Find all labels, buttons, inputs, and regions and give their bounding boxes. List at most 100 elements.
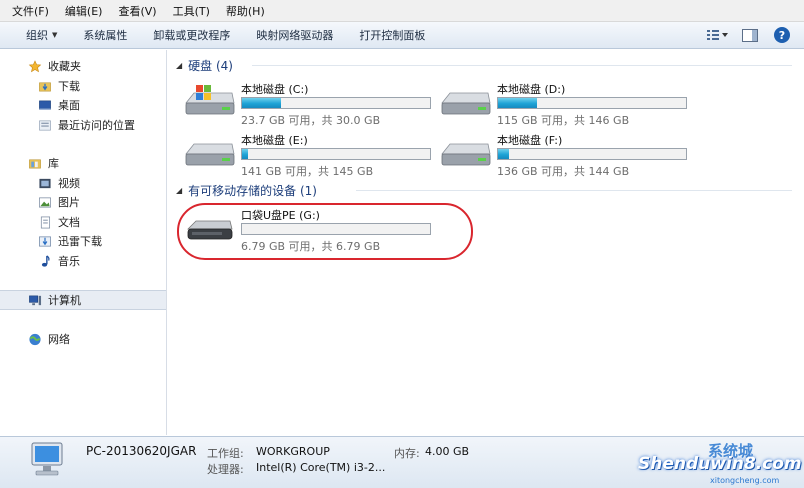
nav-downloads[interactable]: 下载 bbox=[0, 76, 166, 96]
drive-e-info: 141 GB 可用，共 145 GB bbox=[241, 165, 374, 178]
menu-tools[interactable]: 工具(T) bbox=[173, 3, 210, 19]
drive-d[interactable]: 本地磁盘 (D:) 115 GB 可用，共 146 GB bbox=[440, 81, 690, 127]
organize-label: 组织 bbox=[26, 29, 48, 42]
processor-label: 处理器: bbox=[207, 463, 244, 476]
library-icon bbox=[29, 159, 41, 168]
watermark-text: Shenduwin8.com bbox=[638, 454, 802, 474]
map-network-drive-button[interactable]: 映射网络驱动器 bbox=[256, 27, 333, 43]
navigation-pane: 收藏夹 下载 桌面 最近访问的位置 库 视频 图片 文档 迅雷下载 音乐 计算机 bbox=[0, 50, 167, 435]
help-icon: ? bbox=[774, 27, 790, 43]
group-removable-storage[interactable]: ◢ 有可移动存储的设备 (1) bbox=[176, 181, 317, 199]
network-icon bbox=[29, 333, 41, 345]
nav-desktop-label: 桌面 bbox=[58, 99, 80, 112]
drive-f-info: 136 GB 可用，共 144 GB bbox=[497, 165, 630, 178]
group-divider bbox=[252, 65, 792, 66]
drive-c-info: 23.7 GB 可用，共 30.0 GB bbox=[241, 114, 381, 127]
watermark: 系统城 Shenduwin8.com xitongcheng.com bbox=[628, 440, 804, 488]
nav-videos[interactable]: 视频 bbox=[0, 173, 166, 193]
computer-name: PC-20130620JGAR bbox=[86, 444, 197, 458]
drive-d-usage-bar bbox=[497, 97, 687, 109]
drive-f-usage-bar bbox=[497, 148, 687, 160]
hard-drive-icon bbox=[441, 92, 491, 115]
hard-drive-icon bbox=[441, 143, 491, 166]
workgroup-label: 工作组: bbox=[207, 447, 244, 460]
drive-d-info: 115 GB 可用，共 146 GB bbox=[497, 114, 630, 127]
drive-c-name: 本地磁盘 (C:) bbox=[241, 83, 309, 96]
highlight-circle bbox=[177, 203, 473, 260]
nav-xunlei-downloads[interactable]: 迅雷下载 bbox=[0, 231, 166, 251]
preview-pane-icon bbox=[742, 28, 758, 42]
workgroup-value: WORKGROUP bbox=[256, 445, 330, 458]
organize-button[interactable]: 组织 ▼ bbox=[26, 27, 57, 43]
nav-network-label: 网络 bbox=[48, 333, 70, 346]
hard-drive-icon bbox=[185, 143, 235, 166]
drive-d-name: 本地磁盘 (D:) bbox=[497, 83, 566, 96]
group-removable-label: 有可移动存储的设备 (1) bbox=[188, 183, 317, 198]
watermark-url: xitongcheng.com bbox=[710, 476, 780, 485]
desktop-icon bbox=[39, 100, 51, 110]
drive-f-usage-fill bbox=[498, 149, 510, 159]
menu-edit[interactable]: 编辑(E) bbox=[65, 3, 103, 19]
view-list-icon bbox=[707, 30, 728, 40]
nav-network[interactable]: 网络 bbox=[0, 329, 166, 349]
menu-view[interactable]: 查看(V) bbox=[118, 3, 156, 19]
nav-recent-places[interactable]: 最近访问的位置 bbox=[0, 115, 166, 135]
nav-documents-label: 文档 bbox=[58, 216, 80, 229]
nav-xunlei-label: 迅雷下载 bbox=[58, 235, 102, 248]
computer-icon bbox=[31, 442, 63, 476]
nav-desktop[interactable]: 桌面 bbox=[0, 95, 166, 115]
nav-libraries-label: 库 bbox=[48, 157, 59, 170]
group-hard-disks-label: 硬盘 (4) bbox=[188, 58, 233, 73]
nav-documents[interactable]: 文档 bbox=[0, 212, 166, 232]
star-icon bbox=[28, 59, 42, 72]
system-properties-button[interactable]: 系统属性 bbox=[83, 27, 127, 43]
chevron-down-icon: ▼ bbox=[52, 31, 58, 39]
system-drive-icon bbox=[185, 85, 235, 115]
download-folder-icon bbox=[39, 235, 51, 247]
collapse-triangle-icon: ◢ bbox=[176, 60, 183, 70]
nav-computer[interactable]: 计算机 bbox=[0, 290, 166, 310]
documents-icon bbox=[40, 216, 51, 228]
nav-music[interactable]: 音乐 bbox=[0, 251, 166, 271]
open-control-panel-button[interactable]: 打开控制面板 bbox=[359, 27, 425, 43]
video-icon bbox=[39, 178, 51, 188]
nav-downloads-label: 下载 bbox=[58, 80, 80, 93]
drive-e-name: 本地磁盘 (E:) bbox=[241, 134, 308, 147]
nav-libraries[interactable]: 库 bbox=[0, 153, 166, 173]
drive-c-usage-bar bbox=[241, 97, 431, 109]
command-bar: 组织 ▼ 系统属性 卸载或更改程序 映射网络驱动器 打开控制面板 ? bbox=[0, 22, 804, 49]
nav-music-label: 音乐 bbox=[58, 255, 80, 268]
music-note-icon bbox=[41, 254, 50, 267]
menu-file[interactable]: 文件(F) bbox=[12, 3, 49, 19]
drive-c[interactable]: 本地磁盘 (C:) 23.7 GB 可用，共 30.0 GB bbox=[184, 81, 434, 127]
processor-value: Intel(R) Core(TM) i3-2... bbox=[256, 461, 386, 474]
uninstall-program-button[interactable]: 卸载或更改程序 bbox=[153, 27, 230, 43]
view-controls: ? bbox=[698, 25, 794, 45]
collapse-triangle-icon: ◢ bbox=[176, 185, 183, 195]
nav-videos-label: 视频 bbox=[58, 177, 80, 190]
group-divider bbox=[356, 190, 792, 191]
nav-favorites[interactable]: 收藏夹 bbox=[0, 56, 166, 76]
memory-value: 4.00 GB bbox=[425, 445, 470, 458]
memory-label: 内存: bbox=[394, 447, 420, 460]
computer-icon bbox=[29, 295, 42, 305]
drive-f[interactable]: 本地磁盘 (F:) 136 GB 可用，共 144 GB bbox=[440, 132, 690, 178]
group-hard-disks[interactable]: ◢ 硬盘 (4) bbox=[176, 56, 233, 74]
drive-f-name: 本地磁盘 (F:) bbox=[497, 134, 563, 147]
menu-help[interactable]: 帮助(H) bbox=[226, 3, 265, 19]
menu-bar: 文件(F) 编辑(E) 查看(V) 工具(T) 帮助(H) bbox=[0, 0, 804, 22]
drive-e[interactable]: 本地磁盘 (E:) 141 GB 可用，共 145 GB bbox=[184, 132, 434, 178]
change-view-button[interactable] bbox=[706, 25, 730, 45]
downloads-folder-icon bbox=[39, 82, 51, 91]
nav-favorites-label: 收藏夹 bbox=[48, 60, 81, 73]
preview-pane-button[interactable] bbox=[738, 25, 762, 45]
nav-computer-label: 计算机 bbox=[48, 294, 81, 307]
nav-recent-label: 最近访问的位置 bbox=[58, 119, 135, 132]
drive-e-usage-bar bbox=[241, 148, 431, 160]
nav-pictures[interactable]: 图片 bbox=[0, 192, 166, 212]
nav-pictures-label: 图片 bbox=[58, 196, 80, 209]
help-button[interactable]: ? bbox=[770, 25, 794, 45]
pictures-icon bbox=[39, 196, 51, 208]
drive-d-usage-fill bbox=[498, 98, 538, 108]
drive-c-usage-fill bbox=[242, 98, 282, 108]
